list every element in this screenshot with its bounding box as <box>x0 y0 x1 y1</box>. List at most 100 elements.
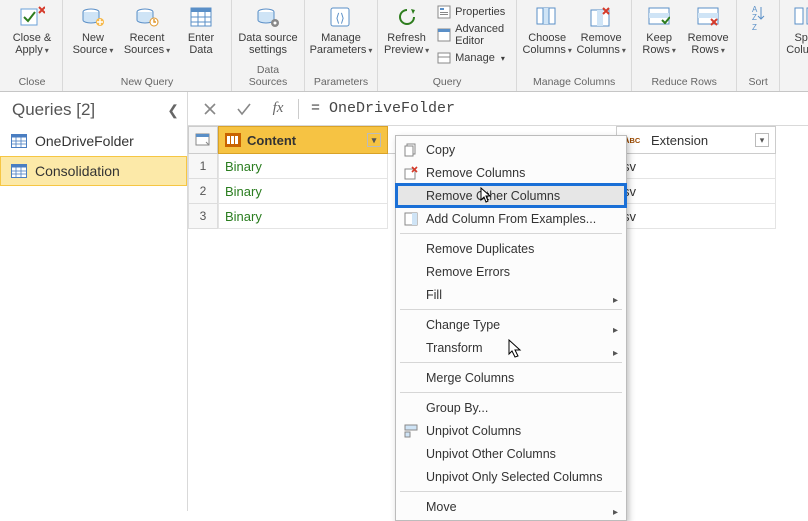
query-item-onedrivefolder[interactable]: OneDriveFolder <box>0 126 187 156</box>
manage-parameters-label: Manage Parameters <box>310 32 367 56</box>
select-all-cell[interactable] <box>188 126 218 154</box>
menu-item-fill[interactable]: Fill <box>396 283 626 306</box>
menu-item-transform[interactable]: Transform <box>396 336 626 359</box>
manage-button[interactable]: Manage▾ <box>435 50 510 66</box>
column-name-extension: Extension <box>651 133 708 148</box>
parameters-icon: ⟨⟩ <box>327 4 355 30</box>
unpivot-icon <box>402 424 420 438</box>
menu-item-label: Unpivot Columns <box>426 424 521 438</box>
ribbon-group-sort: AZZ Sort <box>737 0 780 91</box>
cell-extension[interactable]: sv <box>616 179 776 204</box>
ribbon-group-query: Refresh Preview Properties Advanced Edit… <box>378 0 517 91</box>
menu-item-change-type[interactable]: Change Type <box>396 313 626 336</box>
keep-rows-button[interactable]: Keep Rows <box>638 2 680 56</box>
manage-parameters-button[interactable]: ⟨⟩ Manage Parameters <box>311 2 371 56</box>
ribbon-group-parameters: ⟨⟩ Manage Parameters Parameters <box>305 0 378 91</box>
column-header-content[interactable]: Content ▾ <box>218 126 388 154</box>
cell-content[interactable]: Binary <box>218 154 388 179</box>
enter-data-label: Enter Data <box>188 32 214 56</box>
remove-columns-label: Remove Columns <box>576 32 621 56</box>
menu-item-unpivot-only-selected-columns[interactable]: Unpivot Only Selected Columns <box>396 465 626 488</box>
cell-content[interactable]: Binary <box>218 204 388 229</box>
enter-data-button[interactable]: Enter Data <box>177 2 225 56</box>
menu-item-remove-errors[interactable]: Remove Errors <box>396 260 626 283</box>
recent-sources-label: Recent Sources <box>124 32 165 56</box>
menu-item-label: Remove Columns <box>426 166 525 180</box>
group-label-close: Close <box>19 74 46 91</box>
formula-value[interactable]: = OneDriveFolder <box>305 100 455 117</box>
add-col-icon <box>402 212 420 226</box>
cell-extension[interactable]: sv <box>616 154 776 179</box>
recent-sources-button[interactable]: Recent Sources <box>123 2 171 56</box>
recent-sources-icon <box>133 4 161 30</box>
ribbon-group-close: Close & Apply Close <box>2 0 63 91</box>
remove-columns-icon <box>587 4 615 30</box>
cell-extension[interactable]: sv <box>616 204 776 229</box>
svg-text:Z: Z <box>752 23 757 31</box>
menu-item-remove-other-columns[interactable]: Remove Other Columns <box>396 184 626 207</box>
menu-item-remove-columns[interactable]: Remove Columns <box>396 161 626 184</box>
fx-button[interactable]: fx <box>264 97 292 121</box>
remove-columns-button[interactable]: Remove Columns <box>577 2 625 56</box>
data-source-settings-button[interactable]: Data source settings <box>238 2 298 56</box>
menu-item-label: Move <box>426 500 457 514</box>
close-apply-button[interactable]: Close & Apply <box>8 2 56 56</box>
query-item-consolidation[interactable]: Consolidation <box>0 156 187 186</box>
row-number[interactable]: 1 <box>188 154 218 179</box>
remove-rows-button[interactable]: Remove Rows <box>686 2 730 56</box>
menu-item-label: Add Column From Examples... <box>426 212 596 226</box>
svg-text:⟨⟩: ⟨⟩ <box>335 11 344 25</box>
group-label-query: Query <box>433 74 462 91</box>
menu-item-unpivot-other-columns[interactable]: Unpivot Other Columns <box>396 442 626 465</box>
row-number[interactable]: 2 <box>188 179 218 204</box>
menu-item-unpivot-columns[interactable]: Unpivot Columns <box>396 419 626 442</box>
menu-item-merge-columns[interactable]: Merge Columns <box>396 366 626 389</box>
group-label-manage-columns: Manage Columns <box>533 74 615 91</box>
formula-cancel-button[interactable] <box>196 97 224 121</box>
refresh-preview-button[interactable]: Refresh Preview <box>384 2 429 56</box>
ribbon-group-split: Split Column <box>780 0 808 91</box>
properties-button[interactable]: Properties <box>435 4 510 20</box>
refresh-icon <box>393 4 421 30</box>
menu-item-group-by[interactable]: Group By... <box>396 396 626 419</box>
menu-item-label: Transform <box>426 341 483 355</box>
row-number[interactable]: 3 <box>188 204 218 229</box>
menu-item-move[interactable]: Move <box>396 495 626 518</box>
table-icon <box>11 164 27 178</box>
keep-rows-icon <box>645 4 673 30</box>
column-filter-extension-icon[interactable]: ▾ <box>755 133 769 147</box>
menu-item-label: Remove Other Columns <box>426 189 560 203</box>
advanced-editor-button[interactable]: Advanced Editor <box>435 22 510 48</box>
data-source-label: Data source settings <box>238 32 297 56</box>
choose-columns-button[interactable]: Choose Columns <box>523 2 571 56</box>
formula-confirm-button[interactable] <box>230 97 258 121</box>
svg-text:Z: Z <box>752 13 757 22</box>
context-menu: Copy Remove Columns Remove Other Columns Ad… <box>395 135 627 521</box>
menu-item-label: Merge Columns <box>426 371 514 385</box>
new-source-icon <box>79 4 107 30</box>
choose-columns-label: Choose Columns <box>522 32 566 56</box>
column-filter-content-icon[interactable]: ▾ <box>367 133 381 147</box>
new-source-button[interactable]: New Source <box>69 2 117 56</box>
sort-button[interactable]: AZZ <box>743 2 773 30</box>
split-label: Split Column <box>786 32 808 56</box>
group-label-new-query: New Query <box>121 74 174 91</box>
ribbon-group-data-sources: Data source settings Data Sources <box>232 0 305 91</box>
menu-item-label: Unpivot Other Columns <box>426 447 556 461</box>
menu-item-label: Remove Errors <box>426 265 510 279</box>
menu-item-remove-duplicates[interactable]: Remove Duplicates <box>396 237 626 260</box>
menu-item-add-column-from-examples[interactable]: Add Column From Examples... <box>396 207 626 230</box>
menu-item-label: Change Type <box>426 318 500 332</box>
cell-content[interactable]: Binary <box>218 179 388 204</box>
menu-item-copy[interactable]: Copy <box>396 138 626 161</box>
advanced-editor-label: Advanced Editor <box>455 23 508 47</box>
collapse-queries-icon[interactable]: ❮ <box>167 102 179 119</box>
menu-item-label: Unpivot Only Selected Columns <box>426 470 602 484</box>
query-item-label: OneDriveFolder <box>35 133 134 149</box>
queries-pane: Queries [2] ❮ OneDriveFolderConsolidatio… <box>0 92 188 511</box>
split-column-button[interactable]: Split Column <box>786 2 808 56</box>
menu-item-label: Copy <box>426 143 455 157</box>
group-label-sort: Sort <box>749 74 768 91</box>
copy-icon <box>402 143 420 157</box>
column-header-extension[interactable]: ABC Extension ▾ <box>616 126 776 154</box>
